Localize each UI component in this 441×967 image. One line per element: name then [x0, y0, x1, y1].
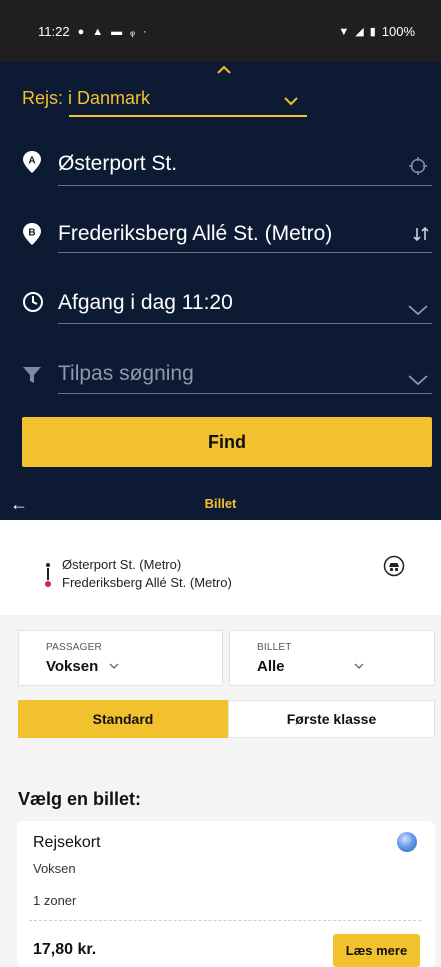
incognito-icon[interactable] [383, 555, 405, 577]
find-button[interactable]: Find [22, 417, 432, 467]
to-value: Frederiksberg Allé St. (Metro) [58, 222, 333, 245]
media-icon: ▬ [111, 25, 123, 38]
chat-icon: ● [77, 25, 85, 38]
swap-icon[interactable] [412, 224, 430, 244]
chevron-down-icon[interactable] [408, 374, 428, 386]
battery-level: 100% [381, 24, 415, 39]
ticket-type-select[interactable]: BILLET Alle [229, 630, 435, 686]
tab-first-class[interactable]: Første klasse [228, 700, 435, 738]
departure-value: Afgang i dag 11:20 [58, 291, 233, 314]
ticket-name: Rejsekort [33, 834, 101, 851]
filter-field[interactable]: Tilpas søgning [22, 362, 432, 402]
status-bar: 11:22 ● ▲ ▬ ᵩ · ▼ ◢ ▮ 100% [0, 0, 441, 62]
svg-text:B: B [28, 228, 35, 239]
from-value: Østerport St. [58, 152, 178, 175]
passenger-select[interactable]: PASSAGER Voksen [18, 630, 223, 686]
route-from: Østerport St. (Metro) [62, 557, 182, 572]
ticket-price: 17,80 kr. [33, 941, 97, 958]
passenger-label: PASSAGER [46, 642, 102, 653]
status-right: ▼ ◢ ▮ 100% [338, 24, 415, 39]
rejsekort-icon [397, 832, 417, 852]
filter-underline [58, 393, 432, 394]
departure-field[interactable]: Afgang i dag 11:20 [22, 290, 432, 330]
section-heading: Vælg en billet: [18, 789, 142, 809]
filter-placeholder: Tilpas søgning [58, 362, 194, 385]
chevron-down-icon [109, 663, 119, 669]
svg-text:A: A [28, 156, 35, 167]
origin-dot [46, 563, 50, 567]
route-line [47, 568, 49, 580]
destination-pin-icon: B [23, 223, 41, 245]
destination-dot [45, 581, 51, 587]
passenger-value: Voksen [46, 658, 99, 675]
signal-icon: ◢ [355, 26, 364, 38]
from-underline [58, 185, 432, 186]
card-divider [29, 920, 421, 921]
chevron-down-icon[interactable] [408, 304, 428, 316]
ticket-type-label: BILLET [257, 642, 292, 653]
ticket-passenger: Voksen [33, 861, 76, 876]
more-dot-icon: · [142, 25, 147, 38]
activity-icon: ᵩ [130, 25, 135, 38]
locate-me-icon[interactable] [408, 156, 428, 176]
from-field[interactable]: A Østerport St. [22, 150, 432, 190]
tab-standard[interactable]: Standard [18, 700, 228, 738]
page-title: Billet [204, 496, 237, 511]
ticket-zones: 1 zoner [33, 893, 77, 908]
chevron-down-icon [354, 663, 364, 669]
origin-pin-icon: A [23, 151, 41, 173]
collapse-chevron-icon[interactable] [216, 62, 232, 78]
chevron-down-icon[interactable] [284, 96, 298, 106]
status-left: 11:22 ● ▲ ▬ ᵩ · [38, 24, 147, 39]
notification-icon: ▲ [92, 25, 104, 38]
read-more-button[interactable]: Læs mere [333, 934, 420, 967]
to-underline [58, 252, 432, 253]
route-to: Frederiksberg Allé St. (Metro) [62, 575, 232, 590]
clock-icon [23, 292, 43, 312]
wifi-icon: ▼ [338, 25, 350, 38]
to-field[interactable]: B Frederiksberg Allé St. (Metro) [22, 222, 432, 262]
journey-type-underline [69, 115, 307, 117]
battery-icon: ▮ [369, 26, 376, 38]
filter-icon [23, 367, 41, 383]
journey-type-select[interactable]: Rejs: i Danmark [22, 88, 150, 109]
departure-underline [58, 323, 432, 324]
status-time: 11:22 [38, 24, 70, 39]
ticket-type-value: Alle [257, 658, 285, 675]
